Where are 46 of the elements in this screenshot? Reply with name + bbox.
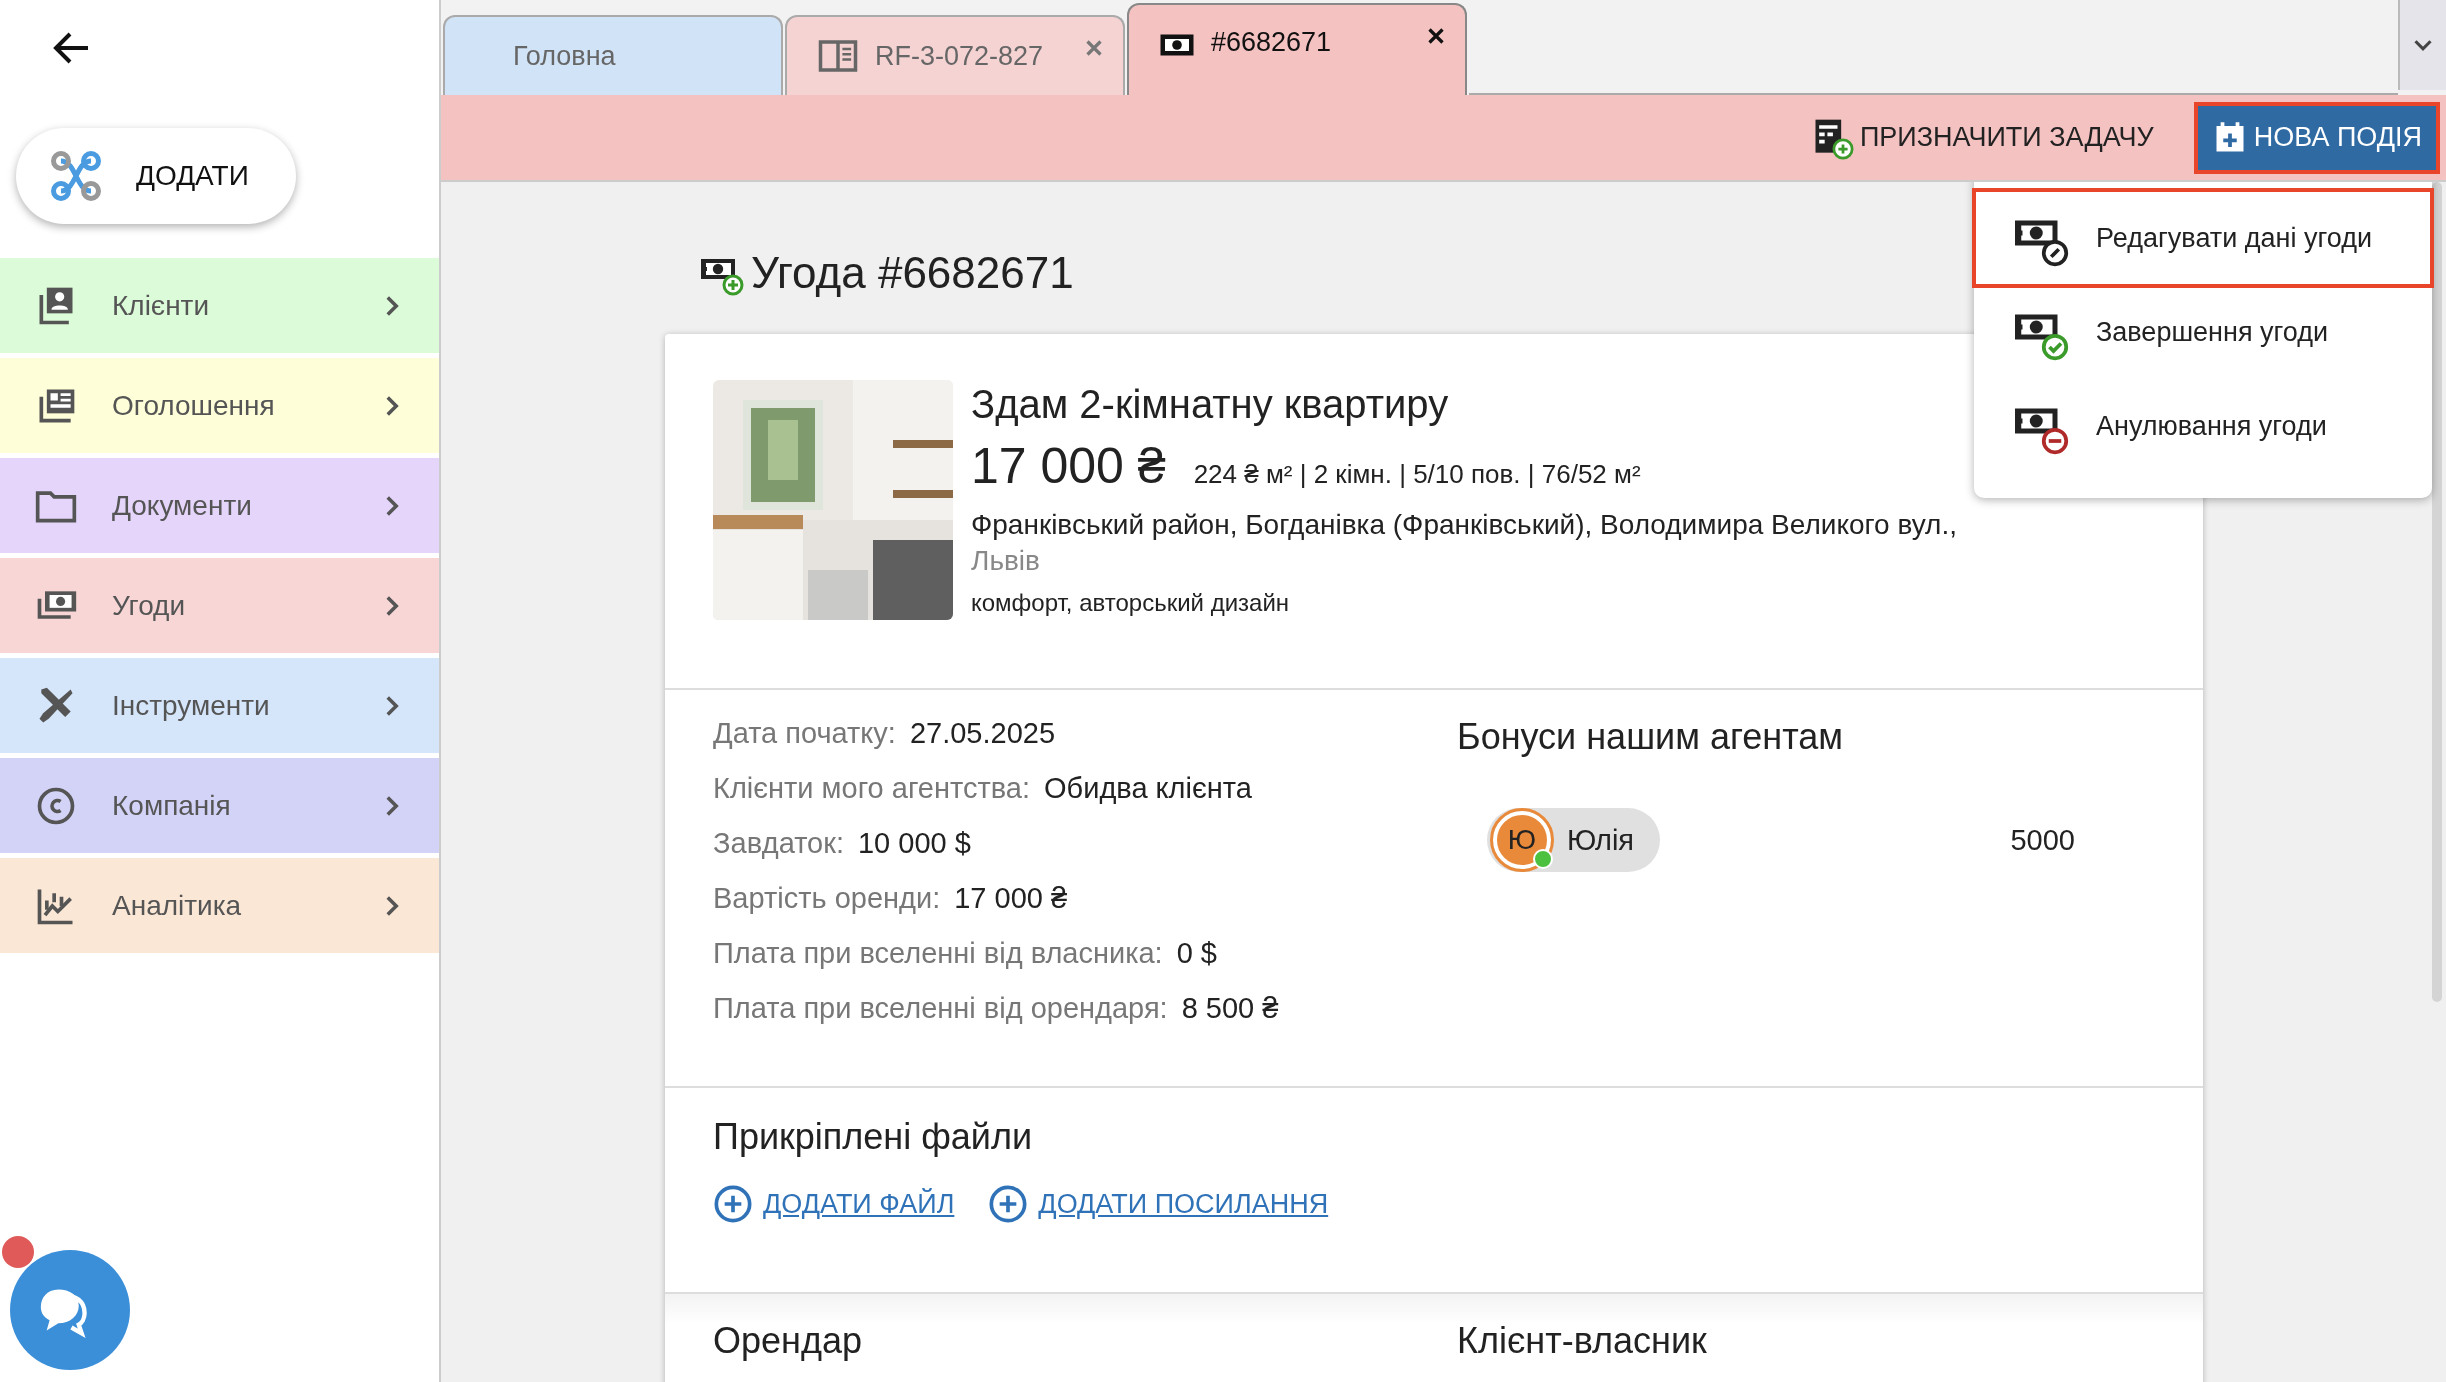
field-label: Завдаток: bbox=[713, 827, 844, 860]
sidebar-item[interactable]: Аналітика bbox=[0, 858, 439, 953]
avatar: Ю bbox=[1493, 811, 1551, 869]
sidebar-item[interactable]: Інструменти bbox=[0, 658, 439, 753]
field-value: Обидва клієнта bbox=[1044, 772, 1252, 805]
menu-item[interactable]: Редагувати дані угоди bbox=[1976, 192, 2430, 284]
sidebar-item[interactable]: Оголошення bbox=[0, 358, 439, 453]
field-label: Клієнти мого агентства: bbox=[713, 772, 1031, 805]
listing-tags: комфорт, авторський дизайн bbox=[971, 589, 1957, 617]
field-value: 17 000 ₴ bbox=[954, 882, 1068, 915]
bonus-amount: 5000 bbox=[2010, 823, 2075, 857]
deal-title: Угода #6682671 bbox=[751, 248, 1074, 298]
add-circle-icon bbox=[988, 1184, 1029, 1224]
sidebar-item[interactable]: Документи bbox=[0, 458, 439, 553]
address: Франківський район, Богданівка (Франківський), Володимира Великого вул., bbox=[971, 509, 1957, 541]
field-value: 27.05.2025 bbox=[909, 717, 1056, 750]
field-label: Дата початку: bbox=[713, 717, 896, 750]
add-link[interactable]: ДОДАТИ ПОСИЛАННЯ bbox=[1038, 1188, 1329, 1220]
section-title: Клієнт-власник bbox=[1457, 1320, 1708, 1362]
city: Львів bbox=[971, 545, 1041, 577]
scrollbar[interactable] bbox=[2432, 182, 2442, 1002]
listing-specs: 224 ₴ м² | 2 кімн. | 5/10 пов. | 76/52 м² bbox=[1193, 459, 1641, 490]
tab[interactable]: RF-3-072-827 bbox=[785, 15, 1125, 95]
section-title: Орендар bbox=[713, 1320, 863, 1362]
field-value: 0 $ bbox=[1176, 937, 1217, 970]
field-label: Плата при вселенні від власника: bbox=[713, 937, 1163, 970]
add-circle-icon bbox=[713, 1184, 753, 1224]
tab[interactable]: Головна bbox=[443, 15, 783, 95]
listing-title: Здам 2-кімнатну квартиру bbox=[971, 382, 1450, 427]
field-value: 8 500 ₴ bbox=[1181, 992, 1279, 1025]
field-label: Вартість оренди: bbox=[713, 882, 941, 915]
agent-chip[interactable]: Ю Юлія bbox=[1487, 808, 1661, 872]
tab[interactable]: #6682671 bbox=[1127, 3, 1467, 95]
add-button[interactable]: ДОДАТИ bbox=[16, 128, 296, 224]
field-label: Плата при вселенні від орендаря: bbox=[713, 992, 1168, 1025]
sidebar-item[interactable]: Клієнти bbox=[0, 258, 439, 353]
assign-task-button[interactable]: ПРИЗНАЧИТИ ЗАДАЧУ bbox=[1795, 105, 2168, 170]
menu-item[interactable]: Анулювання угоди bbox=[1976, 380, 2430, 472]
section-title: Бонуси нашим агентам bbox=[1457, 716, 1844, 758]
add-link[interactable]: ДОДАТИ ФАЙЛ bbox=[763, 1188, 955, 1220]
section-title: Прикріплені файли bbox=[713, 1116, 1034, 1158]
sidebar-item[interactable]: Угоди bbox=[0, 558, 439, 653]
menu-item[interactable]: Завершення угоди bbox=[1976, 286, 2430, 378]
field-value: 10 000 $ bbox=[857, 827, 971, 860]
price: 17 000 ₴ bbox=[971, 437, 1166, 495]
sidebar-item[interactable]: Компанія bbox=[0, 758, 439, 853]
